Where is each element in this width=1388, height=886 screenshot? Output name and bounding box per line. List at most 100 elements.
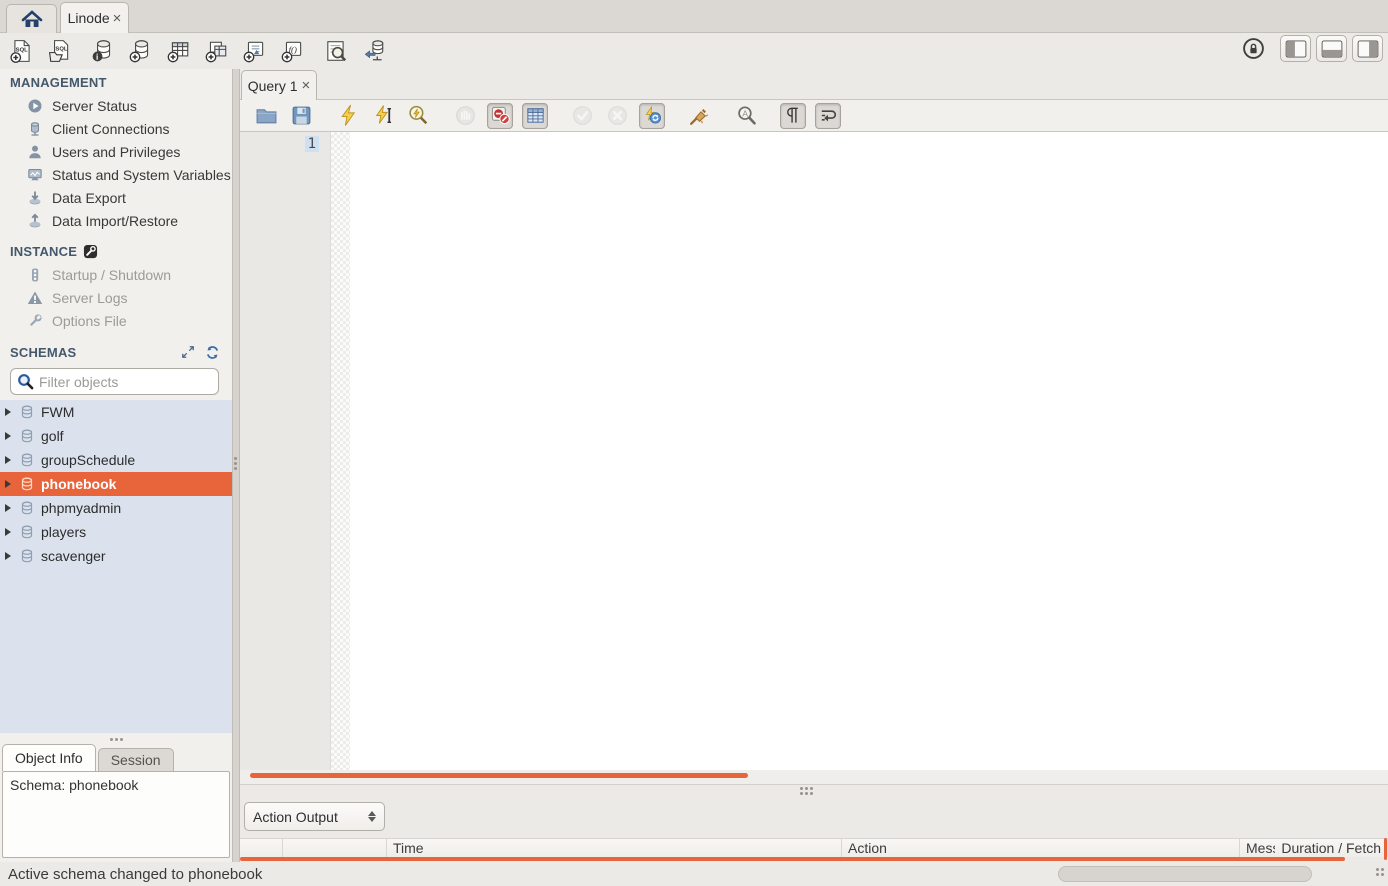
open-file-button[interactable]	[253, 103, 279, 129]
status-bar: Active schema changed to phonebook	[0, 862, 1388, 886]
management-list: Server Status Client Connections Users a…	[0, 94, 232, 232]
schema-row[interactable]: phonebook	[0, 472, 232, 496]
create-view-button[interactable]	[204, 38, 230, 64]
schema-name: phpmyadmin	[41, 500, 121, 516]
output-view-label: Action Output	[253, 809, 338, 825]
toggle-limit-rows-button[interactable]	[522, 103, 548, 129]
execute-current-statement-button[interactable]	[370, 103, 396, 129]
query-tab-close-icon[interactable]: ×	[302, 78, 311, 93]
expander-arrow-icon[interactable]	[5, 432, 11, 440]
tab-object-info[interactable]: Object Info	[2, 744, 96, 771]
toggle-autocommit-button[interactable]	[639, 103, 665, 129]
line-number-gutter: 1	[240, 132, 331, 770]
main-area: Query 1 ×	[240, 69, 1388, 862]
toggle-invisible-characters-button[interactable]	[780, 103, 806, 129]
open-sql-script-button[interactable]: SQL	[47, 38, 73, 64]
output-column-header[interactable]: Time	[387, 839, 842, 857]
home-tab[interactable]	[6, 4, 57, 33]
output-vscroll-thumb[interactable]	[1384, 838, 1387, 860]
connection-tab[interactable]: Linode ×	[60, 2, 129, 33]
editor-hscroll-thumb[interactable]	[250, 773, 748, 778]
sql-code-area[interactable]	[350, 132, 1388, 770]
sidebar-item-users-privileges[interactable]: Users and Privileges	[0, 140, 232, 163]
execute-script-button[interactable]	[335, 103, 361, 129]
toggle-right-sidebar-button[interactable]	[1352, 35, 1383, 62]
output-hscroll-thumb[interactable]	[240, 857, 1345, 861]
expander-arrow-icon[interactable]	[5, 552, 11, 560]
refresh-schemas-icon[interactable]	[205, 345, 220, 360]
create-table-button[interactable]	[166, 38, 192, 64]
connection-tab-label: Linode	[68, 10, 110, 26]
toggle-left-sidebar-button[interactable]	[1280, 35, 1311, 62]
stop-execution-button[interactable]	[452, 103, 478, 129]
left-sidebar: MANAGEMENT Server Status Client Connecti…	[0, 69, 232, 862]
explain-plan-button[interactable]	[405, 103, 431, 129]
schema-row[interactable]: phpmyadmin	[0, 496, 232, 520]
rollback-button[interactable]	[604, 103, 630, 129]
save-script-button[interactable]	[288, 103, 314, 129]
schema-icon	[19, 452, 35, 468]
schema-filter	[10, 368, 219, 395]
schema-row[interactable]: groupSchedule	[0, 448, 232, 472]
output-column-header[interactable]: Message	[1240, 839, 1275, 857]
sidebar-item-data-export[interactable]: Data Export	[0, 186, 232, 209]
schema-filter-input[interactable]	[39, 374, 220, 390]
sidebar-item-client-connections[interactable]: Client Connections	[0, 117, 232, 140]
sql-editor[interactable]: 1	[240, 132, 1388, 770]
line-number: 1	[305, 136, 319, 152]
schema-row[interactable]: FWM	[0, 400, 232, 424]
output-view-selector[interactable]: Action Output	[244, 802, 385, 831]
output-column-header[interactable]: Action	[842, 839, 1240, 857]
statusbar-scrollbar-thumb[interactable]	[1058, 866, 1312, 882]
main-toolbar: SQL SQL i f()	[0, 33, 1388, 69]
create-procedure-button[interactable]	[242, 38, 268, 64]
tab-session[interactable]: Session	[98, 748, 174, 771]
schema-row[interactable]: golf	[0, 424, 232, 448]
output-column-header[interactable]	[240, 839, 283, 857]
create-schema-button[interactable]	[128, 38, 154, 64]
sidebar-bottom-splitter[interactable]	[0, 735, 232, 744]
window-tab-bar: Linode ×	[0, 0, 1388, 33]
schema-tree: FWM golf groupSchedule phonebook	[0, 400, 232, 733]
expander-arrow-icon[interactable]	[5, 480, 11, 488]
reconnect-server-button[interactable]	[361, 38, 387, 64]
sidebar-item-server-status[interactable]: Server Status	[0, 94, 232, 117]
sidebar-item-options-file[interactable]: Options File	[0, 309, 232, 332]
connection-tab-close-icon[interactable]: ×	[113, 11, 122, 26]
expander-arrow-icon[interactable]	[5, 456, 11, 464]
new-query-tab-button[interactable]: SQL	[9, 38, 35, 64]
schema-name: phonebook	[41, 476, 116, 492]
beautify-script-button[interactable]	[686, 103, 712, 129]
schema-row[interactable]: players	[0, 520, 232, 544]
create-function-button[interactable]: f()	[280, 38, 306, 64]
search-table-data-button[interactable]	[323, 38, 349, 64]
svg-text:SQL: SQL	[55, 46, 67, 52]
sidebar-splitter[interactable]	[232, 69, 240, 862]
toggle-word-wrap-button[interactable]	[815, 103, 841, 129]
expander-arrow-icon[interactable]	[5, 528, 11, 536]
instance-wrench-badge-icon	[83, 244, 98, 259]
sidebar-item-startup-shutdown[interactable]: Startup / Shutdown	[0, 263, 232, 286]
find-and-replace-button[interactable]: A	[733, 103, 759, 129]
schema-row[interactable]: scavenger	[0, 544, 232, 568]
output-column-header[interactable]: Duration / Fetch	[1275, 839, 1388, 857]
lock-circle-icon[interactable]	[1242, 37, 1265, 60]
sql-editor-toolbar: A	[240, 99, 1388, 132]
output-column-header[interactable]	[283, 839, 387, 857]
schema-name: groupSchedule	[41, 452, 135, 468]
search-icon	[17, 373, 34, 390]
expander-arrow-icon[interactable]	[5, 504, 11, 512]
commit-button[interactable]	[569, 103, 595, 129]
query-tab[interactable]: Query 1 ×	[241, 70, 317, 100]
inspect-database-button[interactable]: i	[90, 38, 116, 64]
sidebar-item-data-import[interactable]: Data Import/Restore	[0, 209, 232, 232]
output-panel-splitter[interactable]	[240, 784, 1388, 797]
startup-shutdown-icon	[27, 267, 43, 283]
toggle-bottom-panel-button[interactable]	[1316, 35, 1347, 62]
expander-arrow-icon[interactable]	[5, 408, 11, 416]
toggle-stop-on-error-button[interactable]	[487, 103, 513, 129]
window-resize-grip[interactable]	[1376, 868, 1384, 876]
sidebar-item-system-variables[interactable]: Status and System Variables	[0, 163, 232, 186]
expand-schemas-icon[interactable]	[181, 345, 195, 360]
sidebar-item-server-logs[interactable]: Server Logs	[0, 286, 232, 309]
